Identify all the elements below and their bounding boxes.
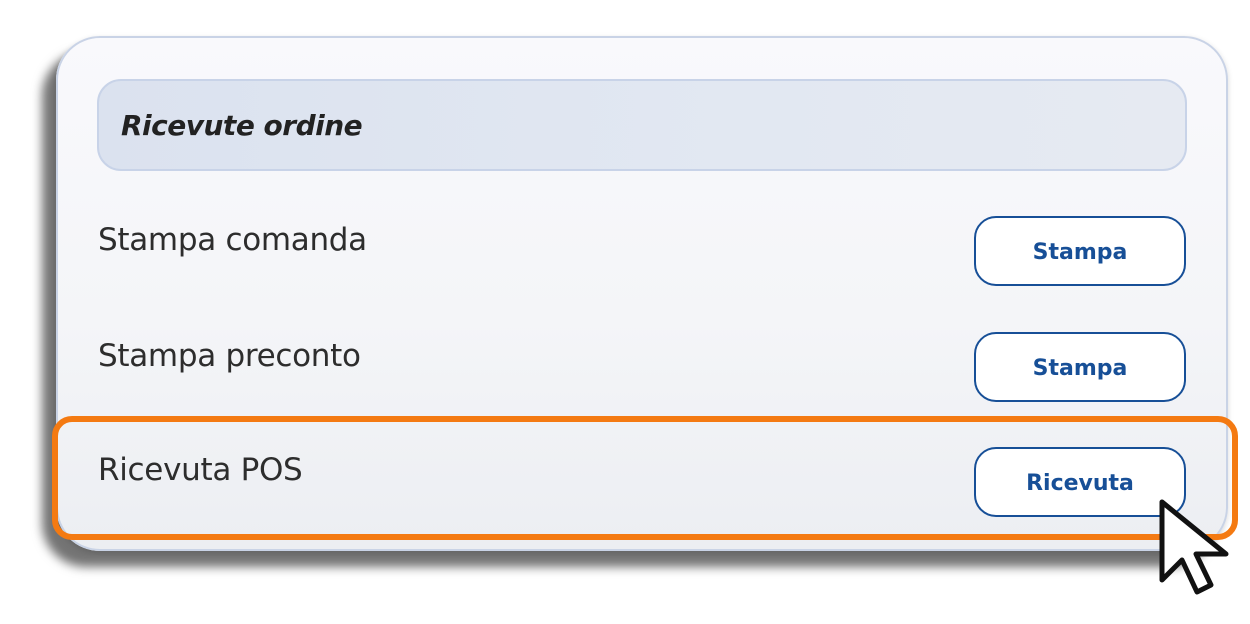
section-title: Ricevute ordine — [121, 108, 363, 142]
stampa-comanda-button[interactable]: Stampa — [974, 216, 1186, 286]
row-label-stampa-preconto: Stampa preconto — [98, 338, 361, 374]
row-label-ricevuta-pos: Ricevuta POS — [98, 452, 303, 488]
stampa-preconto-button[interactable]: Stampa — [974, 332, 1186, 402]
mouse-pointer-icon — [1159, 499, 1229, 595]
section-header: Ricevute ordine — [97, 79, 1187, 171]
row-label-stampa-comanda: Stampa comanda — [98, 222, 367, 258]
screenshot-stage: Ricevute ordine Stampa comanda Stampa St… — [0, 0, 1250, 624]
